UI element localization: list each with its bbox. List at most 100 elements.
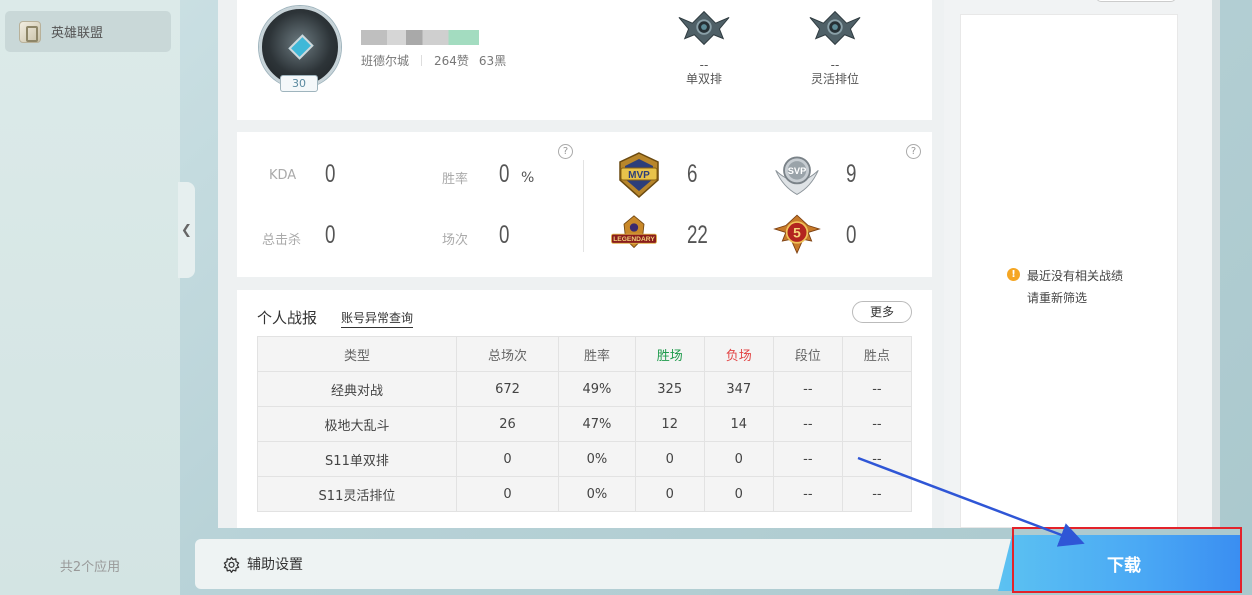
column-header: 类型 <box>257 336 457 372</box>
profile-meta: 班德尔城 264赞 63黑 <box>361 52 506 69</box>
games-label: 场次 <box>442 233 469 248</box>
likes-count: 264赞 <box>434 54 469 68</box>
gear-icon[interactable] <box>223 556 240 573</box>
table-cell: 672 <box>455 371 560 407</box>
table-cell: -- <box>772 441 843 477</box>
table-cell: 0 <box>455 441 560 477</box>
table-row: 经典对战 672 49% 325 347 -- -- <box>257 371 913 407</box>
more-button[interactable]: 更多 <box>852 301 912 323</box>
table-cell: 47% <box>558 406 636 442</box>
server-name: 班德尔城 <box>361 54 410 68</box>
blacks-count: 63黑 <box>478 54 507 68</box>
download-label: 下载 <box>1107 555 1141 576</box>
kills-label: 总击杀 <box>262 233 302 248</box>
table-cell: S11单双排 <box>257 441 457 477</box>
avatar-gem-icon <box>288 34 314 60</box>
mvp-badge-icon: MVP <box>614 150 664 200</box>
table-cell: 0% <box>558 441 636 477</box>
player-name-redacted <box>361 30 479 45</box>
records-title: 个人战报 <box>257 309 318 327</box>
table-cell: -- <box>772 371 843 407</box>
warning-icon: ! <box>1007 268 1020 281</box>
legendary-badge-text: LEGENDARY <box>613 236 655 243</box>
table-cell: 26 <box>455 406 560 442</box>
app-count-label: 共2个应用 <box>59 560 121 575</box>
empty-notice-line2: 请重新筛选 <box>1027 291 1088 305</box>
app-sidebar: 英雄联盟 共2个应用 <box>0 0 180 595</box>
pentakill-count: 0 <box>846 221 857 249</box>
table-cell: 49% <box>558 371 636 407</box>
table-row: S11单双排 0 0% 0 0 -- -- <box>257 441 913 477</box>
records-table: 类型 总场次 胜率 胜场 负场 段位 胜点 经典对战 672 49% 325 3… <box>257 336 913 512</box>
sidebar-item-label: 英雄联盟 <box>51 26 104 41</box>
pentakill-badge-text: 5 <box>793 226 801 241</box>
table-cell: -- <box>772 476 843 512</box>
empty-notice-line1: 最近没有相关战绩 <box>1027 269 1124 283</box>
rank-solo: -- 单双排 <box>669 8 739 87</box>
table-cell: 0 <box>703 441 774 477</box>
abnormal-query-link[interactable]: 账号异常查询 <box>341 309 414 328</box>
table-cell: 325 <box>634 371 705 407</box>
table-cell: 14 <box>703 406 774 442</box>
column-header: 胜点 <box>841 336 913 372</box>
rank-flex: -- 灵活排位 <box>800 8 870 87</box>
table-cell: S11灵活排位 <box>257 476 457 512</box>
table-cell: 0 <box>703 476 774 512</box>
table-cell: -- <box>841 441 913 477</box>
match-history-panel: ! 最近没有相关战绩 请重新筛选 <box>944 0 1212 528</box>
table-header-row: 类型 总场次 胜率 胜场 负场 段位 胜点 <box>257 336 913 372</box>
rank-emblem-icon <box>677 8 731 48</box>
sidebar-item-league-of-legends[interactable]: 英雄联盟 <box>5 11 171 52</box>
table-cell: 0 <box>634 476 705 512</box>
table-row: 极地大乱斗 26 47% 12 14 -- -- <box>257 406 913 442</box>
kda-label: KDA <box>269 168 297 183</box>
download-button[interactable]: 下载 <box>998 535 1240 591</box>
league-of-legends-icon <box>19 20 41 43</box>
winrate-value: 0 <box>499 160 510 188</box>
column-header: 负场 <box>703 336 774 372</box>
column-header: 胜场 <box>634 336 705 372</box>
games-value: 0 <box>499 221 510 249</box>
kda-value: 0 <box>325 160 336 188</box>
bottom-bar: 辅助设置 <box>195 539 1015 589</box>
table-cell: -- <box>841 406 913 442</box>
column-header: 胜率 <box>558 336 636 372</box>
filter-button[interactable] <box>1096 0 1176 2</box>
column-header: 总场次 <box>455 336 560 372</box>
kills-value: 0 <box>325 221 336 249</box>
rank-emblem-icon <box>808 8 862 48</box>
rank-solo-label: 单双排 <box>685 72 722 86</box>
table-cell: 经典对战 <box>257 371 457 407</box>
mvp-count: 6 <box>687 160 698 188</box>
pentakill-badge-icon: 5 <box>772 210 822 260</box>
winrate-unit: % <box>521 170 535 186</box>
svp-count: 9 <box>846 160 857 188</box>
rank-solo-value: -- <box>699 58 709 72</box>
svp-badge-icon: SVP <box>772 150 822 200</box>
stats-help-icon[interactable]: ? <box>558 144 573 159</box>
winrate-label: 胜率 <box>442 172 469 187</box>
table-cell: 0% <box>558 476 636 512</box>
mvp-badge-text: MVP <box>628 170 650 181</box>
scrollbar[interactable] <box>1212 0 1220 528</box>
table-cell: 极地大乱斗 <box>257 406 457 442</box>
rank-flex-value: -- <box>830 58 840 72</box>
sidebar-collapse-button[interactable]: ❮ <box>178 182 195 278</box>
table-row: S11灵活排位 0 0% 0 0 -- -- <box>257 476 913 512</box>
assist-settings-button[interactable]: 辅助设置 <box>247 554 303 574</box>
table-cell: -- <box>772 406 843 442</box>
stats-panel: KDA 0 胜率 0 % ? 总击杀 0 场次 0 MVP 6 SVP 9 LE… <box>237 132 932 277</box>
legendary-count: 22 <box>687 221 708 249</box>
table-cell: 347 <box>703 371 774 407</box>
table-cell: 0 <box>455 476 560 512</box>
stats-divider <box>583 160 584 252</box>
main-content: 30 班德尔城 264赞 63黑 -- 单双排 -- 灵活排位 KDA 0 胜率… <box>218 0 944 528</box>
svp-badge-text: SVP <box>788 166 807 176</box>
empty-notice: ! 最近没有相关战绩 请重新筛选 <box>1007 265 1124 309</box>
level-badge: 30 <box>280 75 318 92</box>
badges-help-icon[interactable]: ? <box>906 144 921 159</box>
column-header: 段位 <box>772 336 843 372</box>
rank-flex-label: 灵活排位 <box>810 72 859 86</box>
table-cell: -- <box>841 476 913 512</box>
records-panel: 个人战报 账号异常查询 更多 类型 总场次 胜率 胜场 负场 段位 胜点 经典对… <box>237 290 932 528</box>
